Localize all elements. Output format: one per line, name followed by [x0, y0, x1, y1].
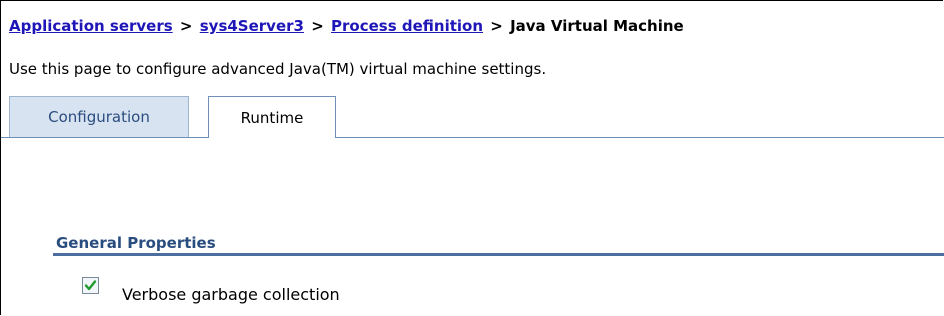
breadcrumb-separator: >: [490, 17, 503, 35]
checkmark-icon: [84, 280, 97, 291]
breadcrumb-link-server[interactable]: sys4Server3: [200, 17, 304, 35]
breadcrumb-link-process-definition[interactable]: Process definition: [331, 17, 483, 35]
section-divider: [53, 253, 944, 256]
section-title-general-properties: General Properties: [56, 234, 216, 252]
tab-strip-divider: [1, 137, 944, 138]
verbose-gc-checkbox[interactable]: [82, 277, 99, 294]
tab-runtime-label: Runtime: [240, 108, 304, 127]
page-description: Use this page to configure advanced Java…: [9, 60, 547, 78]
tab-runtime[interactable]: Runtime: [208, 96, 336, 138]
breadcrumb: Application servers > sys4Server3 > Proc…: [9, 17, 684, 35]
breadcrumb-separator: >: [179, 17, 193, 35]
tab-configuration[interactable]: Configuration: [9, 96, 189, 137]
breadcrumb-current: Java Virtual Machine: [510, 17, 684, 35]
content-frame: Application servers > sys4Server3 > Proc…: [0, 0, 944, 315]
breadcrumb-separator: >: [311, 17, 324, 35]
tab-configuration-label: Configuration: [48, 108, 150, 126]
breadcrumb-link-application-servers[interactable]: Application servers: [9, 17, 173, 35]
verbose-gc-label[interactable]: Verbose garbage collection: [122, 285, 340, 304]
